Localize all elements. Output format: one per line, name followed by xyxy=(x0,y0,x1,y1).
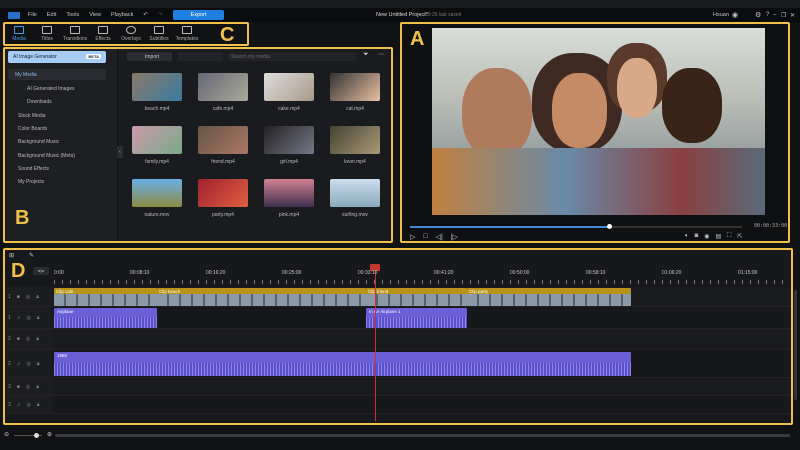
menu-playback[interactable]: Playback xyxy=(111,12,133,18)
menu-view[interactable]: View xyxy=(89,12,101,18)
collapse-panel-button[interactable]: ‹ xyxy=(117,146,123,158)
tab-templates[interactable]: Templates xyxy=(173,26,201,42)
user-avatar-icon[interactable]: ◉ xyxy=(732,11,738,19)
restore-icon[interactable]: ❐ xyxy=(781,12,786,19)
menu-edit[interactable]: Edit xyxy=(47,12,56,18)
room-toolbar: Media Titles Transitions Effects Overlay… xyxy=(3,22,249,46)
export-button[interactable]: Export xyxy=(172,10,225,20)
undo-icon[interactable]: ↶ xyxy=(143,12,148,18)
templates-icon xyxy=(182,26,192,34)
zoom-bar: ⊖ ⊕ xyxy=(0,428,800,450)
annotation-c: C xyxy=(220,24,235,46)
save-status: 09:26 last saved xyxy=(425,12,462,18)
title-bar: File Edit Tools View Playback ↶ ↷ Export… xyxy=(0,8,800,22)
media-icon xyxy=(14,26,24,34)
zoom-slider-knob[interactable] xyxy=(34,433,39,438)
redo-icon[interactable]: ↷ xyxy=(158,12,163,18)
help-icon[interactable]: ? xyxy=(766,12,769,18)
titles-icon xyxy=(42,26,52,34)
subtitles-icon xyxy=(154,26,164,34)
settings-icon[interactable]: ⚙ xyxy=(755,11,761,19)
library-panel-highlight xyxy=(3,47,393,243)
zoom-in-icon[interactable]: ⊕ xyxy=(47,431,52,438)
tab-overlays[interactable]: Overlays xyxy=(117,26,145,42)
minimize-icon[interactable]: – xyxy=(773,12,776,18)
timeline-panel-highlight xyxy=(3,248,793,425)
transitions-icon xyxy=(70,26,80,34)
effects-icon xyxy=(98,26,108,34)
tab-subtitles[interactable]: Subtitles xyxy=(145,26,173,42)
tab-effects[interactable]: Effects xyxy=(89,26,117,42)
zoom-out-icon[interactable]: ⊖ xyxy=(4,431,9,438)
project-title: New Untitled Project* xyxy=(376,12,428,18)
user-name[interactable]: Hsuan xyxy=(713,12,729,18)
menu-file[interactable]: File xyxy=(28,12,37,18)
tab-transitions[interactable]: Transitions xyxy=(61,26,89,42)
window-top-strip xyxy=(0,0,800,8)
preview-panel-highlight xyxy=(400,22,790,243)
app-logo-icon xyxy=(8,11,20,19)
close-icon[interactable]: ✕ xyxy=(790,12,795,19)
timeline-horizontal-scrollbar[interactable] xyxy=(55,434,790,437)
overlays-icon xyxy=(126,26,136,34)
menu-tools[interactable]: Tools xyxy=(66,12,79,18)
tab-titles[interactable]: Titles xyxy=(33,26,61,42)
tab-media[interactable]: Media xyxy=(5,26,33,42)
timeline-vertical-scrollbar[interactable] xyxy=(794,290,797,400)
